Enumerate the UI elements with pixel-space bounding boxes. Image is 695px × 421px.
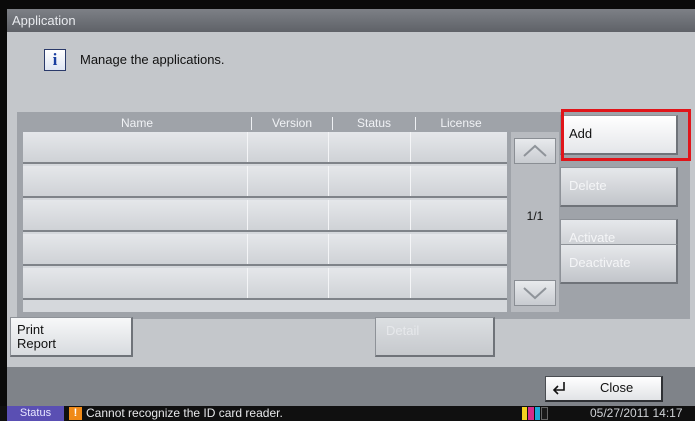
toner-yellow (522, 407, 528, 420)
enter-icon (552, 382, 565, 395)
cell-divider (410, 268, 411, 298)
cell-divider (328, 234, 329, 264)
column-header-license: License (440, 116, 482, 130)
column-header-status: Status (356, 116, 392, 130)
table-row[interactable] (23, 268, 507, 300)
cell-divider (328, 268, 329, 298)
page-indicator: 1/1 (526, 209, 544, 223)
table-row[interactable] (23, 166, 507, 198)
scroll-down-button[interactable] (514, 280, 556, 306)
chevron-up-icon (523, 144, 547, 157)
print-report-button[interactable]: Print Report (10, 317, 133, 357)
print-report-label-line1: Print (17, 322, 44, 337)
cell-divider (247, 166, 248, 196)
application-screen: Application i Manage the applications. N… (7, 9, 695, 406)
toner-magenta (528, 407, 534, 420)
cell-divider (410, 132, 411, 162)
highlight-box (561, 109, 691, 161)
window-title: Application (7, 9, 695, 32)
scroll-up-button[interactable] (514, 138, 556, 164)
cell-divider (247, 268, 248, 298)
cell-divider (247, 200, 248, 230)
message-area: i Manage the applications. (7, 32, 695, 114)
status-button[interactable]: Status (7, 406, 64, 421)
pager-column: 1/1 (511, 132, 559, 312)
toner-level-icon (522, 407, 548, 420)
application-list (23, 132, 507, 312)
detail-label: Detail (386, 323, 420, 338)
cell-divider (328, 132, 329, 162)
cell-divider (328, 200, 329, 230)
cell-divider (328, 166, 329, 196)
close-label: Close (600, 380, 634, 395)
detail-button[interactable]: Detail (375, 317, 495, 357)
delete-button[interactable]: Delete (560, 167, 678, 207)
warning-icon: ! (69, 407, 82, 420)
deactivate-button[interactable]: Deactivate (560, 244, 678, 284)
table-row[interactable] (23, 132, 507, 164)
close-button[interactable]: Close (545, 376, 663, 402)
toner-black (540, 407, 548, 420)
chevron-down-icon (523, 287, 547, 300)
table-row[interactable] (23, 234, 507, 266)
column-header-name: Name (120, 116, 153, 130)
toner-cyan (534, 407, 540, 420)
cell-divider (410, 166, 411, 196)
cell-divider (247, 234, 248, 264)
status-message: Cannot recognize the ID card reader. (86, 406, 283, 420)
column-header-version: Version (271, 116, 313, 130)
table-row[interactable] (23, 200, 507, 232)
footer-bar: Close (7, 367, 695, 406)
print-report-label-line2: Report (17, 336, 57, 351)
cell-divider (410, 234, 411, 264)
cell-divider (410, 200, 411, 230)
info-icon: i (44, 49, 66, 71)
date-time: 05/27/2011 14:17 (590, 406, 683, 420)
cell-divider (247, 132, 248, 162)
status-bar: Status ! Cannot recognize the ID card re… (0, 406, 695, 421)
message-text: Manage the applications. (80, 52, 225, 67)
table-header: Name Version Status License (23, 115, 513, 131)
